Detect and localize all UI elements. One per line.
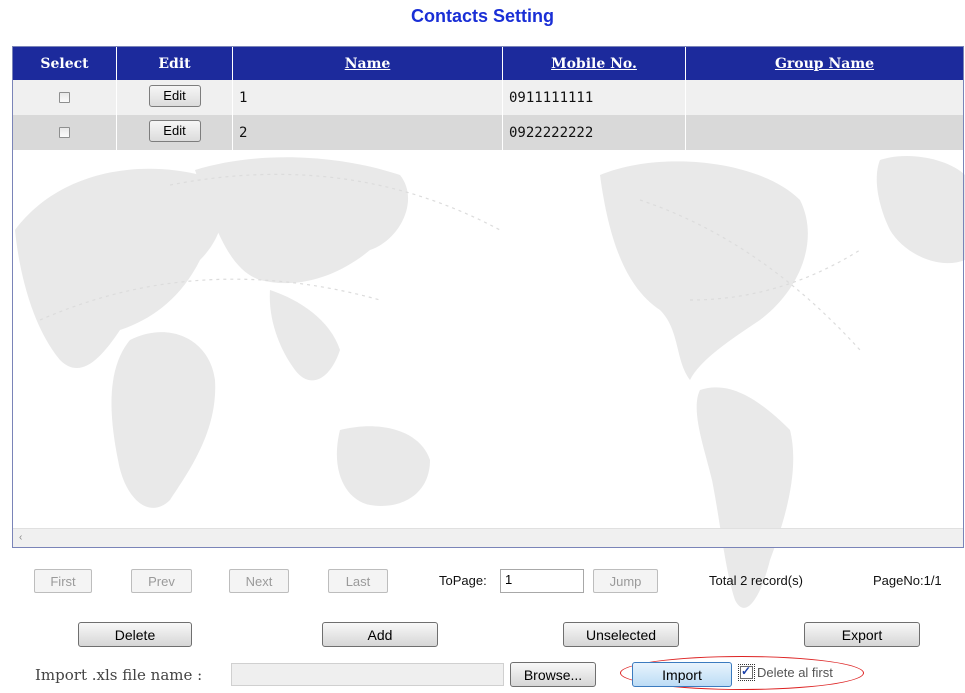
header-mobile-sort-link[interactable]: Mobile No. xyxy=(503,47,686,80)
topage-label: ToPage: xyxy=(439,573,487,588)
mobile-cell: 0922222222 xyxy=(503,115,686,150)
topage-input[interactable]: 1 xyxy=(500,569,584,593)
browse-button[interactable]: Browse... xyxy=(510,662,596,687)
row-select-checkbox[interactable] xyxy=(59,92,70,103)
action-bar: Delete Add Unselected Export xyxy=(0,622,965,648)
scroll-left-icon[interactable]: ‹ xyxy=(19,532,22,543)
edit-button[interactable]: Edit xyxy=(148,119,201,142)
mobile-cell: 0911111111 xyxy=(503,80,686,115)
page-number: PageNo:1/1 xyxy=(873,573,942,588)
delete-all-first-checkbox[interactable] xyxy=(738,664,755,681)
total-records: Total 2 record(s) xyxy=(709,573,803,588)
export-button[interactable]: Export xyxy=(804,622,920,647)
horizontal-scrollbar[interactable]: ‹ xyxy=(13,528,963,547)
import-row: Import .xls file name : Browse... Import… xyxy=(0,656,965,690)
contacts-grid: Select Edit Name Mobile No. Group Name E… xyxy=(12,46,964,548)
edit-button[interactable]: Edit xyxy=(148,84,201,107)
grid-header: Select Edit Name Mobile No. Group Name xyxy=(13,47,963,80)
import-button[interactable]: Import xyxy=(632,662,732,687)
header-group-sort-link[interactable]: Group Name xyxy=(686,47,963,80)
name-cell: 2 xyxy=(233,115,503,150)
row-select-checkbox[interactable] xyxy=(59,127,70,138)
header-edit: Edit xyxy=(117,47,233,80)
table-row: Edit 2 0922222222 xyxy=(13,115,963,150)
pager: First Prev Next Last ToPage: 1 Jump Tota… xyxy=(0,569,965,595)
last-page-button[interactable]: Last xyxy=(328,569,388,593)
page-title: Contacts Setting xyxy=(410,6,554,26)
jump-button[interactable]: Jump xyxy=(593,569,658,593)
next-page-button[interactable]: Next xyxy=(229,569,289,593)
import-file-label: Import .xls file name : xyxy=(35,666,203,684)
name-cell: 1 xyxy=(233,80,503,115)
unselected-button[interactable]: Unselected xyxy=(563,622,679,647)
delete-button[interactable]: Delete xyxy=(78,622,192,647)
header-name-sort-link[interactable]: Name xyxy=(233,47,503,80)
add-button[interactable]: Add xyxy=(322,622,438,647)
delete-all-first-option[interactable]: Delete al first xyxy=(738,664,833,681)
group-cell xyxy=(686,115,963,150)
import-file-input[interactable] xyxy=(231,663,504,686)
header-select: Select xyxy=(13,47,117,80)
table-row: Edit 1 0911111111 xyxy=(13,80,963,115)
delete-all-first-label: Delete al first xyxy=(757,665,833,680)
prev-page-button[interactable]: Prev xyxy=(131,569,192,593)
group-cell xyxy=(686,80,963,115)
first-page-button[interactable]: First xyxy=(34,569,92,593)
